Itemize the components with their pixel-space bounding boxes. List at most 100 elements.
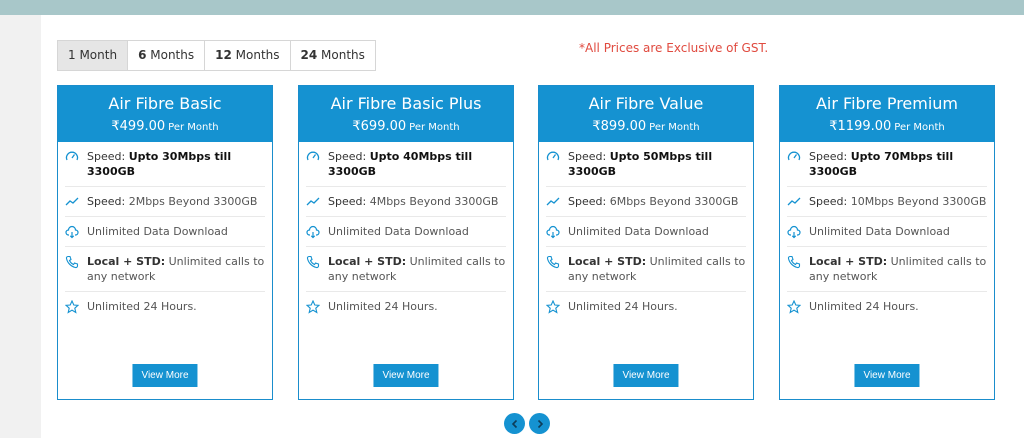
plan-title: Air Fibre Basic Plus bbox=[330, 94, 482, 113]
phone-icon bbox=[65, 255, 79, 269]
feature-calls: Local + STD: Unlimited calls to any netw… bbox=[65, 247, 265, 292]
feature-speed: Speed: Upto 40Mbps till 3300GB bbox=[306, 142, 506, 187]
plan-title: Air Fibre Premium bbox=[815, 94, 959, 113]
plan-card-basic: Air Fibre Basic ₹499.00 Per Month Speed: … bbox=[57, 85, 273, 400]
feature-label: Speed: bbox=[328, 150, 367, 163]
plan-card-premium: Air Fibre Premium ₹1199.00 Per Month Spee… bbox=[779, 85, 995, 400]
feature-calls: Local + STD: Unlimited calls to any netw… bbox=[306, 247, 506, 292]
tab-number: 1 bbox=[68, 48, 76, 62]
star-icon bbox=[546, 300, 560, 314]
plan-price: ₹699.00 Per Month bbox=[299, 119, 513, 136]
tab-unit: Month bbox=[75, 48, 118, 62]
chevron-left-icon[interactable] bbox=[504, 413, 525, 434]
feature-text: Unlimited Data Download bbox=[809, 225, 950, 238]
plan-price: ₹1199.00 Per Month bbox=[780, 119, 994, 136]
tab-unit: Months bbox=[317, 48, 365, 62]
price-value: ₹1199.00 bbox=[829, 119, 892, 134]
card-header: Air Fibre Value ₹899.00 Per Month bbox=[539, 86, 753, 142]
cloud-download-icon bbox=[546, 225, 560, 239]
star-icon bbox=[306, 300, 320, 314]
speedometer-icon bbox=[65, 150, 79, 164]
carousel-controls bbox=[504, 413, 550, 434]
feature-label: Speed: bbox=[328, 195, 367, 208]
view-more-button[interactable]: View More bbox=[613, 364, 679, 387]
speedometer-icon bbox=[787, 150, 801, 164]
price-period: Per Month bbox=[649, 122, 700, 133]
feature-text: Unlimited Data Download bbox=[328, 225, 469, 238]
feature-label: Speed: bbox=[568, 150, 607, 163]
feature-label: Local + STD: bbox=[87, 255, 166, 268]
phone-icon bbox=[546, 255, 560, 269]
trend-icon bbox=[306, 195, 320, 209]
plan-card-basic-plus: Air Fibre Basic Plus ₹699.00 Per Month Sp… bbox=[298, 85, 514, 400]
trend-icon bbox=[65, 195, 79, 209]
plan-title: Air Fibre Basic bbox=[108, 94, 222, 113]
price-value: ₹899.00 bbox=[592, 119, 647, 134]
star-icon bbox=[787, 300, 801, 314]
duration-tabs: 1 Month 6 Months 12 Months 24 Months bbox=[57, 40, 376, 71]
view-more-button[interactable]: View More bbox=[373, 364, 439, 387]
feature-speed-beyond: Speed: 2Mbps Beyond 3300GB bbox=[65, 187, 265, 217]
feature-value: 4Mbps Beyond 3300GB bbox=[369, 195, 499, 208]
feature-label: Local + STD: bbox=[809, 255, 888, 268]
plan-price: ₹899.00 Per Month bbox=[539, 119, 753, 136]
feature-text: Unlimited 24 Hours. bbox=[328, 300, 438, 313]
feature-hours: Unlimited 24 Hours. bbox=[65, 292, 265, 321]
feature-label: Speed: bbox=[568, 195, 607, 208]
plan-card-value: Air Fibre Value ₹899.00 Per Month Speed: … bbox=[538, 85, 754, 400]
feature-label: Local + STD: bbox=[328, 255, 407, 268]
card-header: Air Fibre Basic Plus ₹699.00 Per Month bbox=[299, 86, 513, 142]
top-bar bbox=[0, 0, 1024, 15]
feature-speed: Speed: Upto 50Mbps till 3300GB bbox=[546, 142, 746, 187]
feature-value: 6Mbps Beyond 3300GB bbox=[609, 195, 739, 208]
trend-icon bbox=[546, 195, 560, 209]
cloud-download-icon bbox=[65, 225, 79, 239]
feature-text: Unlimited 24 Hours. bbox=[87, 300, 197, 313]
price-value: ₹499.00 bbox=[111, 119, 166, 134]
price-value: ₹699.00 bbox=[352, 119, 407, 134]
view-more-button[interactable]: View More bbox=[854, 364, 920, 387]
plan-price: ₹499.00 Per Month bbox=[58, 119, 272, 136]
cloud-download-icon bbox=[787, 225, 801, 239]
feature-hours: Unlimited 24 Hours. bbox=[306, 292, 506, 321]
feature-calls: Local + STD: Unlimited calls to any netw… bbox=[546, 247, 746, 292]
phone-icon bbox=[306, 255, 320, 269]
feature-data: Unlimited Data Download bbox=[65, 217, 265, 247]
price-period: Per Month bbox=[894, 122, 945, 133]
feature-label: Speed: bbox=[87, 150, 126, 163]
phone-icon bbox=[787, 255, 801, 269]
tab-12-months[interactable]: 12 Months bbox=[205, 41, 291, 70]
feature-speed-beyond: Speed: 4Mbps Beyond 3300GB bbox=[306, 187, 506, 217]
feature-label: Local + STD: bbox=[568, 255, 647, 268]
feature-hours: Unlimited 24 Hours. bbox=[546, 292, 746, 321]
feature-value: 10Mbps Beyond 3300GB bbox=[850, 195, 987, 208]
feature-speed: Speed: Upto 30Mbps till 3300GB bbox=[65, 142, 265, 187]
chevron-right-icon[interactable] bbox=[529, 413, 550, 434]
plan-title: Air Fibre Value bbox=[588, 94, 704, 113]
feature-hours: Unlimited 24 Hours. bbox=[787, 292, 987, 321]
view-more-button[interactable]: View More bbox=[132, 364, 198, 387]
trend-icon bbox=[787, 195, 801, 209]
feature-speed: Speed: Upto 70Mbps till 3300GB bbox=[787, 142, 987, 187]
card-header: Air Fibre Basic ₹499.00 Per Month bbox=[58, 86, 272, 142]
tab-1-month[interactable]: 1 Month bbox=[58, 41, 129, 70]
card-header: Air Fibre Premium ₹1199.00 Per Month bbox=[780, 86, 994, 142]
tab-24-months[interactable]: 24 Months bbox=[290, 41, 375, 70]
feature-text: Unlimited Data Download bbox=[87, 225, 228, 238]
tab-number: 12 bbox=[215, 48, 232, 62]
speedometer-icon bbox=[306, 150, 320, 164]
feature-label: Speed: bbox=[809, 150, 848, 163]
price-period: Per Month bbox=[409, 122, 460, 133]
gst-note: *All Prices are Exclusive of GST. bbox=[579, 41, 769, 55]
feature-data: Unlimited Data Download bbox=[787, 217, 987, 247]
tab-6-months[interactable]: 6 Months bbox=[128, 41, 206, 70]
feature-text: Unlimited 24 Hours. bbox=[568, 300, 678, 313]
feature-data: Unlimited Data Download bbox=[306, 217, 506, 247]
cloud-download-icon bbox=[306, 225, 320, 239]
feature-speed-beyond: Speed: 10Mbps Beyond 3300GB bbox=[787, 187, 987, 217]
feature-text: Unlimited Data Download bbox=[568, 225, 709, 238]
tab-number: 24 bbox=[300, 48, 318, 62]
tab-unit: Months bbox=[231, 48, 280, 62]
speedometer-icon bbox=[546, 150, 560, 164]
feature-data: Unlimited Data Download bbox=[546, 217, 746, 247]
